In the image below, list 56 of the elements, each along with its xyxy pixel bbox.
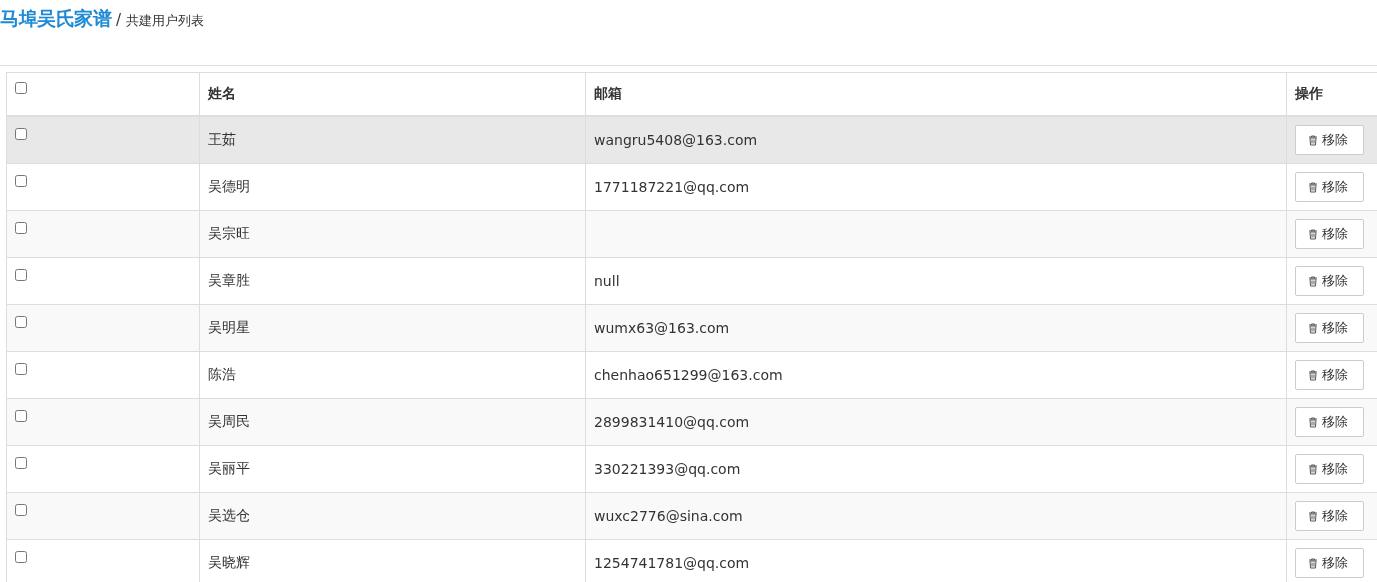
remove-button[interactable]: 移除 (1295, 125, 1364, 155)
select-all-checkbox[interactable] (15, 81, 27, 94)
email-cell: wumx63@163.com (594, 320, 730, 336)
trash-icon (1308, 322, 1318, 334)
remove-button[interactable]: 移除 (1295, 501, 1364, 531)
column-header: 姓名 (208, 85, 236, 101)
trash-icon (1308, 275, 1318, 287)
name-cell: 吴周民 (208, 413, 250, 429)
name-cell: 吴丽平 (208, 460, 250, 476)
row-checkbox[interactable] (15, 315, 27, 328)
trash-icon (1308, 228, 1318, 240)
breadcrumb-separator: / (116, 11, 122, 29)
row-checkbox[interactable] (15, 221, 27, 234)
row-checkbox[interactable] (15, 127, 27, 140)
row-checkbox[interactable] (15, 362, 27, 375)
name-cell: 吴章胜 (208, 272, 250, 288)
remove-button[interactable]: 移除 (1295, 360, 1364, 390)
remove-button[interactable]: 移除 (1295, 313, 1364, 343)
row-checkbox[interactable] (15, 456, 27, 469)
email-cell: 1254741781@qq.com (594, 555, 750, 571)
column-header: 邮箱 (594, 85, 622, 101)
name-cell: 王茹 (208, 131, 236, 147)
remove-button[interactable]: 移除 (1295, 172, 1364, 202)
trash-icon (1308, 557, 1318, 569)
name-cell: 陈浩 (208, 366, 236, 382)
name-cell: 吴明星 (208, 319, 250, 335)
email-cell: null (594, 273, 620, 289)
remove-button[interactable]: 移除 (1295, 266, 1364, 296)
name-cell: 吴宗旺 (208, 225, 250, 241)
row-checkbox[interactable] (15, 268, 27, 281)
remove-button[interactable]: 移除 (1295, 548, 1364, 578)
column-header: 操作 (1295, 85, 1323, 101)
row-checkbox[interactable] (15, 503, 27, 516)
trash-icon (1308, 510, 1318, 522)
row-checkbox[interactable] (15, 409, 27, 422)
trash-icon (1308, 463, 1318, 475)
email-cell: 330221393@qq.com (594, 461, 741, 477)
trash-icon (1308, 416, 1318, 428)
email-cell: 1771187221@qq.com (594, 179, 750, 195)
page-subtitle: 共建用户列表 (126, 12, 205, 30)
name-cell: 吴德明 (208, 178, 250, 194)
name-cell: 吴选仓 (208, 507, 250, 523)
trash-icon (1308, 369, 1318, 381)
remove-button[interactable]: 移除 (1295, 219, 1364, 249)
name-cell: 吴晓辉 (208, 554, 250, 570)
remove-button[interactable]: 移除 (1295, 454, 1364, 484)
trash-icon (1308, 134, 1318, 146)
email-cell: 2899831410@qq.com (594, 414, 750, 430)
trash-icon (1308, 181, 1318, 193)
remove-button[interactable]: 移除 (1295, 407, 1364, 437)
row-checkbox[interactable] (15, 174, 27, 187)
email-cell: wangru5408@163.com (594, 132, 758, 148)
row-checkbox[interactable] (15, 550, 27, 563)
page-title: 马埠吴氏家谱 (0, 6, 111, 31)
email-cell: wuxc2776@sina.com (594, 508, 743, 524)
email-cell: chenhao651299@163.com (594, 367, 783, 383)
